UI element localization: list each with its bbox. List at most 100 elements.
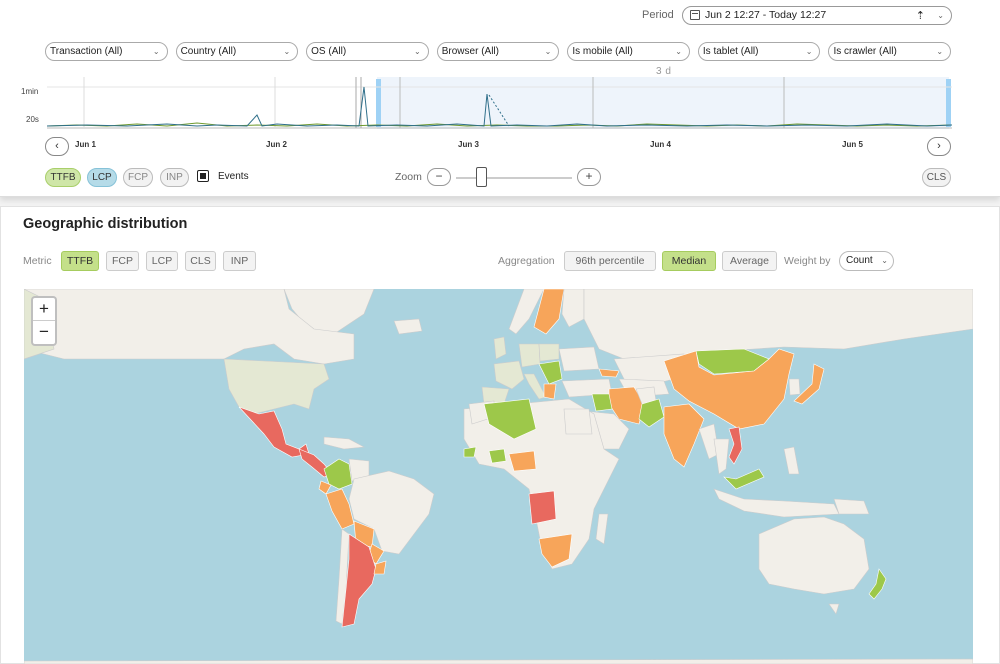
metric-lcp[interactable]: LCP — [146, 251, 178, 271]
country-iraq[interactable] — [591, 393, 613, 412]
map-zoom-in-button[interactable]: + — [33, 298, 55, 321]
filter-os[interactable]: OS (All) ⌄ — [306, 42, 429, 61]
world-map[interactable] — [24, 289, 973, 664]
country-ukraine[interactable] — [558, 346, 600, 372]
timeline-chart[interactable] — [47, 77, 952, 131]
country-balkans[interactable] — [538, 360, 563, 385]
country-ethiopia[interactable] — [508, 450, 537, 472]
toggle-cls[interactable]: CLS — [922, 168, 951, 187]
chevron-left-icon: ‹ — [55, 140, 59, 152]
filter-is-crawler[interactable]: Is crawler (All) ⌄ — [828, 42, 952, 61]
aggregation-p96[interactable]: 96th percentile — [564, 251, 656, 271]
country-korea[interactable] — [788, 378, 801, 396]
chevron-down-icon: ⌄ — [414, 47, 421, 56]
selection-handle-right[interactable] — [946, 79, 951, 127]
weight-label: Weight by — [784, 255, 831, 267]
country-egypt[interactable] — [563, 408, 593, 435]
timeline-prev-button[interactable]: ‹ — [45, 137, 69, 156]
zoom-label: Zoom — [395, 171, 422, 183]
country-indonesia[interactable] — [713, 488, 840, 518]
calendar-icon — [690, 10, 700, 20]
country-italy[interactable] — [523, 373, 547, 400]
country-iceland[interactable] — [393, 318, 423, 335]
country-usa[interactable] — [223, 358, 330, 415]
country-india[interactable] — [663, 403, 705, 468]
country-finland[interactable] — [561, 289, 585, 328]
country-caribbean[interactable] — [323, 436, 366, 450]
country-vietnam[interactable] — [728, 426, 743, 465]
toolbar-panel: Period Jun 2 12:27 - Today 12:27 ⇡ ⌄ Tra… — [0, 0, 1000, 197]
y-tick-1min: 1min — [21, 87, 39, 96]
country-png[interactable] — [833, 498, 870, 515]
x-tick-jun2: Jun 2 — [266, 140, 287, 149]
country-australia[interactable] — [758, 516, 870, 595]
x-tick-jun1: Jun 1 — [75, 140, 96, 149]
country-mexico[interactable] — [238, 406, 310, 458]
country-angola[interactable] — [528, 490, 557, 525]
metric-cls[interactable]: CLS — [185, 251, 216, 271]
country-russia[interactable] — [583, 289, 973, 360]
country-ivory-coast[interactable] — [463, 446, 477, 458]
country-thailand[interactable] — [713, 438, 730, 475]
chevron-right-icon: › — [937, 140, 941, 152]
country-antarctica[interactable] — [24, 658, 973, 664]
toggle-lcp[interactable]: LCP — [87, 168, 117, 187]
country-tasmania[interactable] — [828, 603, 840, 615]
x-tick-jun4: Jun 4 — [650, 140, 671, 149]
country-new-zealand[interactable] — [868, 568, 887, 600]
metric-ttfb[interactable]: TTFB — [61, 251, 99, 271]
events-checkbox[interactable] — [197, 170, 209, 182]
x-tick-jun5: Jun 5 — [842, 140, 863, 149]
filter-browser[interactable]: Browser (All) ⌄ — [436, 42, 560, 61]
period-label: Period — [642, 9, 674, 21]
filter-bar: Transaction (All) ⌄ Country (All) ⌄ OS (Al… — [45, 42, 952, 61]
chevron-down-icon: ⌄ — [152, 47, 160, 56]
chevron-down-icon: ⌄ — [805, 47, 813, 56]
events-label: Events — [218, 171, 249, 182]
selection-range[interactable] — [377, 77, 949, 129]
country-poland[interactable] — [538, 343, 560, 362]
chevron-down-icon: ⌄ — [283, 47, 291, 56]
aggregation-label: Aggregation — [498, 255, 555, 267]
zoom-slider-track[interactable] — [456, 177, 572, 179]
metric-fcp[interactable]: FCP — [106, 251, 139, 271]
country-nigeria[interactable] — [488, 448, 507, 464]
chevron-down-icon: ⌄ — [675, 47, 682, 56]
country-philippines[interactable] — [783, 446, 800, 475]
toggle-inp[interactable]: INP — [160, 168, 189, 187]
zoom-slider-handle[interactable] — [476, 167, 487, 187]
filter-is-tablet[interactable]: Is tablet (All) ⌄ — [697, 42, 821, 61]
country-georgia[interactable] — [598, 368, 620, 378]
country-madagascar[interactable] — [595, 513, 609, 545]
map-zoom-out-button[interactable]: − — [33, 321, 55, 344]
chevron-down-icon: ⌄ — [544, 47, 552, 56]
filter-transaction[interactable]: Transaction (All) ⌄ — [45, 42, 168, 61]
aggregation-median[interactable]: Median — [662, 251, 716, 271]
filter-is-mobile[interactable]: Is mobile (All) ⌄ — [567, 42, 690, 61]
metric-inp[interactable]: INP — [223, 251, 256, 271]
country-uk[interactable] — [493, 336, 507, 360]
filter-country[interactable]: Country (All) ⌄ — [175, 42, 299, 61]
country-france[interactable] — [493, 360, 525, 390]
weight-select[interactable]: Count ⌄ — [839, 251, 894, 271]
x-tick-jun3: Jun 3 — [458, 140, 479, 149]
country-germany[interactable] — [518, 343, 541, 368]
selection-duration: 3 d — [656, 66, 672, 77]
map-zoom-control: + − — [31, 296, 57, 346]
country-greece[interactable] — [543, 383, 557, 400]
chevron-down-icon: ⌄ — [936, 47, 944, 56]
plus-icon: + — [585, 169, 593, 183]
zoom-in-button[interactable]: + — [577, 168, 601, 186]
selection-handle-left[interactable] — [376, 79, 381, 127]
period-picker[interactable]: Jun 2 12:27 - Today 12:27 ⇡ ⌄ — [682, 6, 952, 25]
toggle-fcp[interactable]: FCP — [123, 168, 153, 187]
country-malaysia[interactable] — [723, 468, 765, 490]
metric-label: Metric — [23, 255, 52, 267]
toggle-ttfb[interactable]: TTFB — [45, 168, 81, 187]
zoom-out-button[interactable]: − — [427, 168, 451, 186]
minus-icon: − — [435, 169, 443, 183]
pin-icon[interactable]: ⇡ — [916, 8, 925, 25]
geo-title: Geographic distribution — [23, 216, 188, 232]
timeline-next-button[interactable]: › — [927, 137, 951, 156]
aggregation-average[interactable]: Average — [722, 251, 777, 271]
